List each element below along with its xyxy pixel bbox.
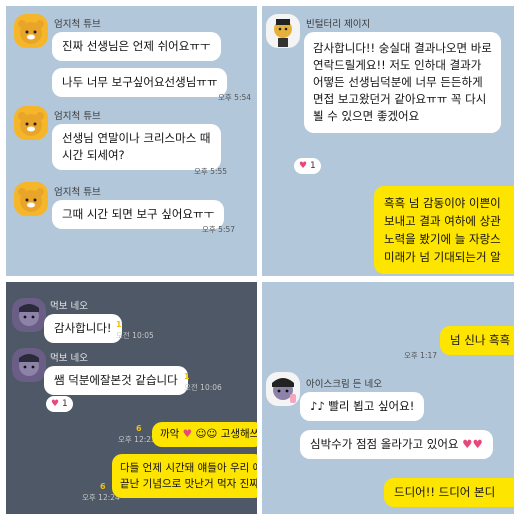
message-text: 고생해쓰 bbox=[220, 428, 257, 440]
sender-name: 엄지척 튜브 bbox=[54, 19, 101, 30]
reaction-count: 1 bbox=[309, 161, 316, 171]
message-text: 까악 bbox=[160, 428, 180, 440]
message-line: 보내고 결과 여하에 상관 bbox=[384, 214, 501, 228]
message-time: 오후 5:54 bbox=[218, 93, 252, 102]
sender-name: 엄지척 튜브 bbox=[54, 111, 101, 122]
ryan-avatar-icon[interactable] bbox=[14, 182, 48, 216]
unread-count: 1 bbox=[184, 372, 190, 381]
ryan-avatar-icon[interactable] bbox=[14, 106, 48, 140]
heart-reaction[interactable]: ♥ 1 bbox=[294, 158, 321, 174]
message-line: 어떻든 선생님덕분에 너무 든든하게 bbox=[313, 75, 483, 89]
unread-count: 6 bbox=[136, 424, 142, 433]
neo-avatar-icon[interactable] bbox=[12, 348, 46, 382]
unread-count: 6 bbox=[100, 482, 106, 491]
sender-name: 아이스크림 든 네오 bbox=[306, 379, 382, 390]
jay-g-avatar-icon[interactable] bbox=[266, 14, 300, 48]
sender-name: 빈털터리 제이지 bbox=[306, 19, 371, 30]
message-bubble[interactable]: 심박수가 점점 올라가고 있어요 ♥♥ bbox=[300, 430, 493, 459]
heart-icon: ♥ bbox=[51, 399, 60, 409]
message-bubble[interactable]: 감사합니다! bbox=[44, 314, 122, 343]
message-bubble[interactable]: 선생님 연말이나 크리스마스 때 시간 되세여? bbox=[52, 124, 221, 170]
message-bubble[interactable]: 감사합니다!! 숭실대 결과나오면 바로 연락드릴게요!! 저도 인하대 결과가… bbox=[304, 32, 501, 133]
my-message-bubble[interactable]: 흑흑 넘 감동이야 이쁜이 보내고 결과 여하에 상관 노력을 봤기에 늘 자랑… bbox=[374, 186, 514, 274]
message-time: 오후 5:57 bbox=[202, 225, 236, 234]
message-time: 오전 10:06 bbox=[184, 383, 222, 392]
message-line: 다들 언제 시간돼 얘들아 우리 애 bbox=[120, 462, 257, 474]
message-time: 오후 12:23 bbox=[118, 435, 156, 444]
message-line: 끝난 기념으로 맛난거 먹자 진짜 bbox=[120, 478, 257, 490]
message-time: 오후 1:17 bbox=[404, 351, 438, 360]
heart-icon: ♥ bbox=[299, 161, 308, 171]
message-line: 연락드릴게요!! 저도 인하대 결과가 bbox=[313, 58, 482, 72]
dancing-person-icon: ♪♪ bbox=[310, 399, 325, 413]
icecream-neo-avatar-icon[interactable] bbox=[266, 372, 300, 406]
sender-name: 엄지척 튜브 bbox=[54, 187, 101, 198]
reaction-count: 1 bbox=[61, 399, 68, 409]
neo-avatar-icon[interactable] bbox=[12, 298, 46, 332]
emoji-icon: ☺☺ bbox=[195, 428, 218, 440]
chat-panel-top-left: 엄지척 튜브 진짜 선생님은 언제 쉬어요ㅠㅜ 나두 너무 보구싶어요선생님ㅠㅠ… bbox=[6, 6, 257, 276]
message-line: 뵐 수 있으면 좋겠어요 bbox=[313, 109, 420, 123]
chat-panel-top-right: 빈털터리 제이지 감사합니다!! 숭실대 결과나오면 바로 연락드릴게요!! 저… bbox=[262, 6, 514, 276]
my-message-bubble[interactable]: 다들 언제 시간돼 얘들아 우리 애 끝난 기념으로 맛난거 먹자 진짜 bbox=[112, 454, 257, 498]
message-line: 면접 보고왔던거 같아요ㅠㅠ 꼭 다시 bbox=[313, 92, 487, 106]
message-bubble[interactable]: 나두 너무 보구싶어요선생님ㅠㅠ bbox=[52, 68, 228, 97]
heart-reaction[interactable]: ♥ 1 bbox=[46, 396, 73, 412]
ryan-avatar-icon[interactable] bbox=[14, 14, 48, 48]
message-line: 미래가 넘 기대되는거 알 bbox=[384, 250, 501, 264]
message-text: 빨리 뵙고 싶어요! bbox=[328, 399, 415, 413]
my-message-bubble[interactable]: 드디어!! 드디어 본디 bbox=[384, 478, 514, 507]
heart-emoji-icon: ♥ bbox=[182, 428, 193, 440]
message-line: 노력을 봤기에 늘 자랑스 bbox=[384, 232, 501, 246]
message-line: 시간 되세여? bbox=[62, 148, 125, 162]
message-time: 오전 10:05 bbox=[116, 331, 154, 340]
message-bubble[interactable]: 진짜 선생님은 언제 쉬어요ㅠㅜ bbox=[52, 32, 221, 61]
message-time: 오후 5:55 bbox=[194, 167, 228, 176]
message-line: 감사합니다!! 숭실대 결과나오면 바로 bbox=[313, 41, 492, 55]
chat-panel-bottom-right: 오후 1:17 넘 신나 흑흑 아이스크림 든 네오 ♪♪ 빨리 뵙고 싶어요!… bbox=[262, 282, 514, 514]
unread-count: 1 bbox=[116, 320, 122, 329]
chat-panel-bottom-left: 먹보 네오 감사합니다! 1 오전 10:05 먹보 네오 쌤 덕분에잘본것 같… bbox=[6, 282, 257, 514]
message-text: 심박수가 점점 올라가고 있어요 bbox=[310, 437, 459, 451]
sender-name: 먹보 네오 bbox=[50, 353, 88, 364]
message-line: 선생님 연말이나 크리스마스 때 bbox=[62, 131, 211, 145]
heart-emoji-icon: ♥♥ bbox=[462, 437, 483, 451]
message-bubble[interactable]: ♪♪ 빨리 뵙고 싶어요! bbox=[300, 392, 425, 421]
sender-name: 먹보 네오 bbox=[50, 301, 88, 312]
message-bubble[interactable]: 쌤 덕분에잘본것 같습니다 bbox=[44, 366, 188, 395]
my-message-bubble[interactable]: 까악 ♥ ☺☺ 고생해쓰 bbox=[152, 422, 257, 447]
my-message-bubble[interactable]: 넘 신나 흑흑 bbox=[440, 326, 514, 355]
message-line: 흑흑 넘 감동이야 이쁜이 bbox=[384, 196, 501, 210]
message-bubble[interactable]: 그때 시간 되면 보구 싶어요ㅠㅜ bbox=[52, 200, 225, 229]
